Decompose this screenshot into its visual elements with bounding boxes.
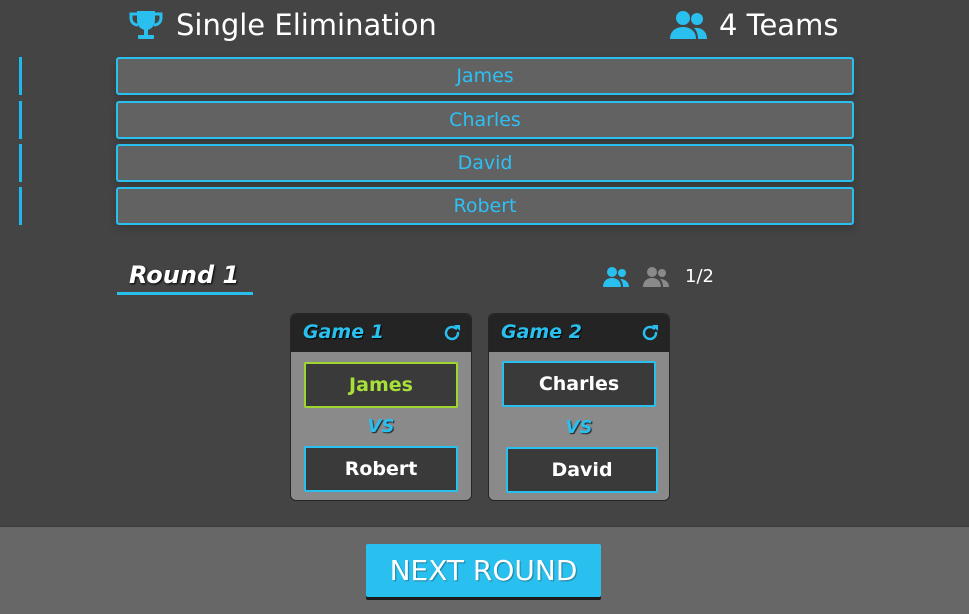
player-button[interactable]: Charles (502, 361, 656, 407)
team-row-david[interactable]: David (116, 144, 854, 182)
row-accent-bar (19, 101, 22, 139)
tournament-page: Single Elimination 4 Teams James Charles… (0, 0, 969, 614)
round-progress: 1/2 (685, 266, 714, 287)
users-icon (670, 11, 707, 39)
game-card-header: Game 2 (489, 314, 669, 352)
page-title: Single Elimination (176, 8, 437, 42)
footer-bar: NEXT ROUND (0, 526, 969, 614)
player-button[interactable]: David (506, 447, 658, 493)
round-title-underline (117, 292, 253, 295)
game-title: Game 1 (303, 321, 384, 343)
player-button-winner[interactable]: James (304, 362, 458, 408)
team-row-charles[interactable]: Charles (116, 101, 854, 139)
users-icon (643, 267, 669, 287)
users-icon (603, 267, 629, 287)
game-title: Game 2 (501, 321, 582, 343)
team-row-robert[interactable]: Robert (116, 187, 854, 225)
next-round-button[interactable]: NEXT ROUND (366, 544, 601, 597)
round-status: 1/2 (603, 265, 714, 289)
player-button[interactable]: Robert (304, 446, 458, 492)
row-accent-bar (19, 144, 22, 182)
game-card-2: Game 2 Charles VS David (488, 313, 670, 501)
game-card-1: Game 1 James VS Robert (290, 313, 472, 501)
teams-count-display: 4 Teams (670, 7, 838, 43)
row-accent-bar (19, 187, 22, 225)
vs-label: VS (565, 417, 593, 438)
refresh-icon[interactable] (640, 323, 660, 343)
round-title: Round 1 (129, 261, 240, 289)
tournament-type: Single Elimination (129, 7, 437, 43)
trophy-icon (129, 11, 163, 39)
game-card-header: Game 1 (291, 314, 471, 352)
row-accent-bar (19, 57, 22, 95)
team-row-james[interactable]: James (116, 57, 854, 95)
refresh-icon[interactable] (442, 323, 462, 343)
vs-label: VS (367, 416, 395, 437)
teams-count: 4 Teams (719, 8, 839, 42)
